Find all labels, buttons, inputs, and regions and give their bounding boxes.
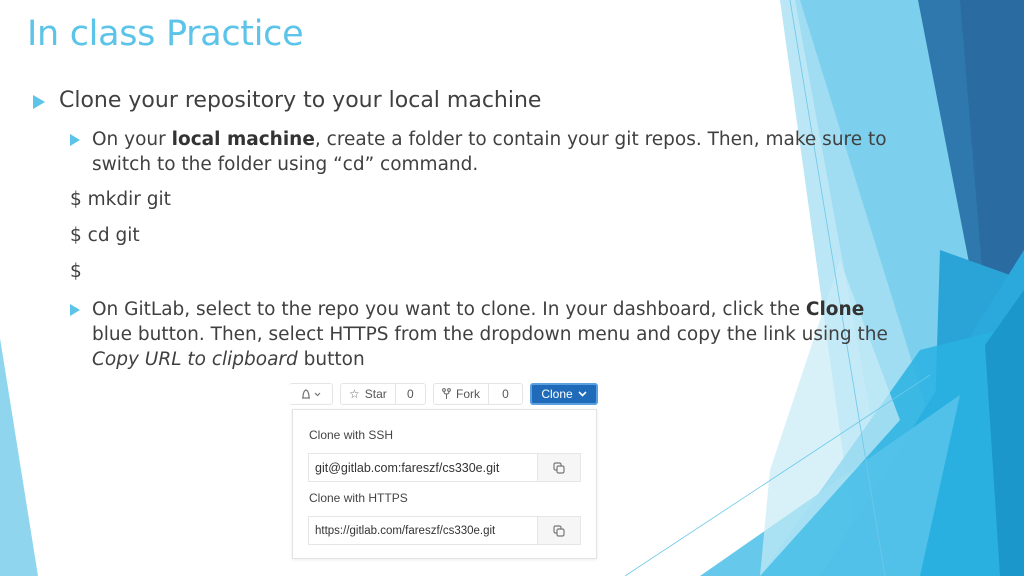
star-count: 0	[407, 387, 414, 401]
notification-button[interactable]	[289, 383, 333, 405]
sub-bullet-local-machine: On your local machine, create a folder t…	[70, 127, 890, 177]
https-url-value: https://gitlab.com/fareszf/cs330e.git	[315, 524, 496, 537]
fork-icon	[442, 388, 451, 399]
left-facet	[0, 338, 38, 576]
bullet-arrow-icon	[70, 134, 80, 146]
chevron-down-icon	[578, 391, 587, 397]
command-cd: $ cd git	[70, 225, 140, 246]
copy-ssh-button[interactable]	[537, 454, 580, 481]
command-mkdir: $ mkdir git	[70, 189, 171, 210]
sub-bullet-text: On your local machine, create a folder t…	[92, 127, 890, 177]
bullet-arrow-icon	[33, 95, 45, 109]
copy-icon	[553, 524, 565, 537]
text-post: button	[297, 349, 365, 370]
fork-count: 0	[502, 387, 509, 401]
text-italic-copy-url: Copy URL to clipboard	[92, 349, 298, 370]
clone-label: Clone	[541, 387, 573, 401]
sub-bullet-text: On GitLab, select to the repo you want t…	[92, 297, 890, 372]
bullet-text: Clone your repository to your local mach…	[59, 88, 542, 113]
star-button[interactable]: ☆ Star 0	[340, 383, 426, 405]
gitlab-toolbar: ☆ Star 0 Fork 0 Clone	[285, 380, 605, 408]
ssh-section-label: Clone with SSH	[309, 428, 394, 442]
gitlab-clone-screenshot: ☆ Star 0 Fork 0 Clone Clone with SSH git…	[285, 380, 605, 562]
text-mid: blue button. Then, select HTTPS from the…	[92, 324, 888, 345]
text-pre: On GitLab, select to the repo you want t…	[92, 299, 806, 320]
copy-https-button[interactable]	[537, 517, 580, 544]
bullet-arrow-icon	[70, 304, 80, 316]
star-label: Star	[364, 387, 387, 401]
https-section-label: Clone with HTTPS	[309, 491, 408, 505]
clone-button[interactable]: Clone	[530, 383, 598, 405]
command-prompt: $	[70, 261, 82, 282]
text-pre: On your	[92, 129, 172, 150]
bell-icon	[301, 389, 320, 399]
ssh-url-field[interactable]: git@gitlab.com:fareszf/cs330e.git	[308, 453, 581, 482]
star-icon: ☆	[349, 387, 360, 401]
https-url-field[interactable]: https://gitlab.com/fareszf/cs330e.git	[308, 516, 581, 545]
fork-label-wrap: Fork	[434, 384, 489, 404]
text-bold-local-machine: local machine	[171, 129, 315, 150]
sub-bullet-gitlab-clone: On GitLab, select to the repo you want t…	[70, 297, 890, 372]
star-label-wrap: ☆ Star	[341, 384, 396, 404]
fork-label: Fork	[456, 387, 480, 401]
ssh-url-value: git@gitlab.com:fareszf/cs330e.git	[315, 460, 500, 475]
clone-dropdown-menu: Clone with SSH git@gitlab.com:fareszf/cs…	[292, 409, 597, 559]
copy-icon	[553, 461, 565, 474]
slide-title: In class Practice	[27, 14, 304, 54]
bullet-clone-repo: Clone your repository to your local mach…	[33, 88, 541, 113]
fork-button[interactable]: Fork 0	[433, 383, 523, 405]
text-bold-clone: Clone	[805, 299, 865, 320]
